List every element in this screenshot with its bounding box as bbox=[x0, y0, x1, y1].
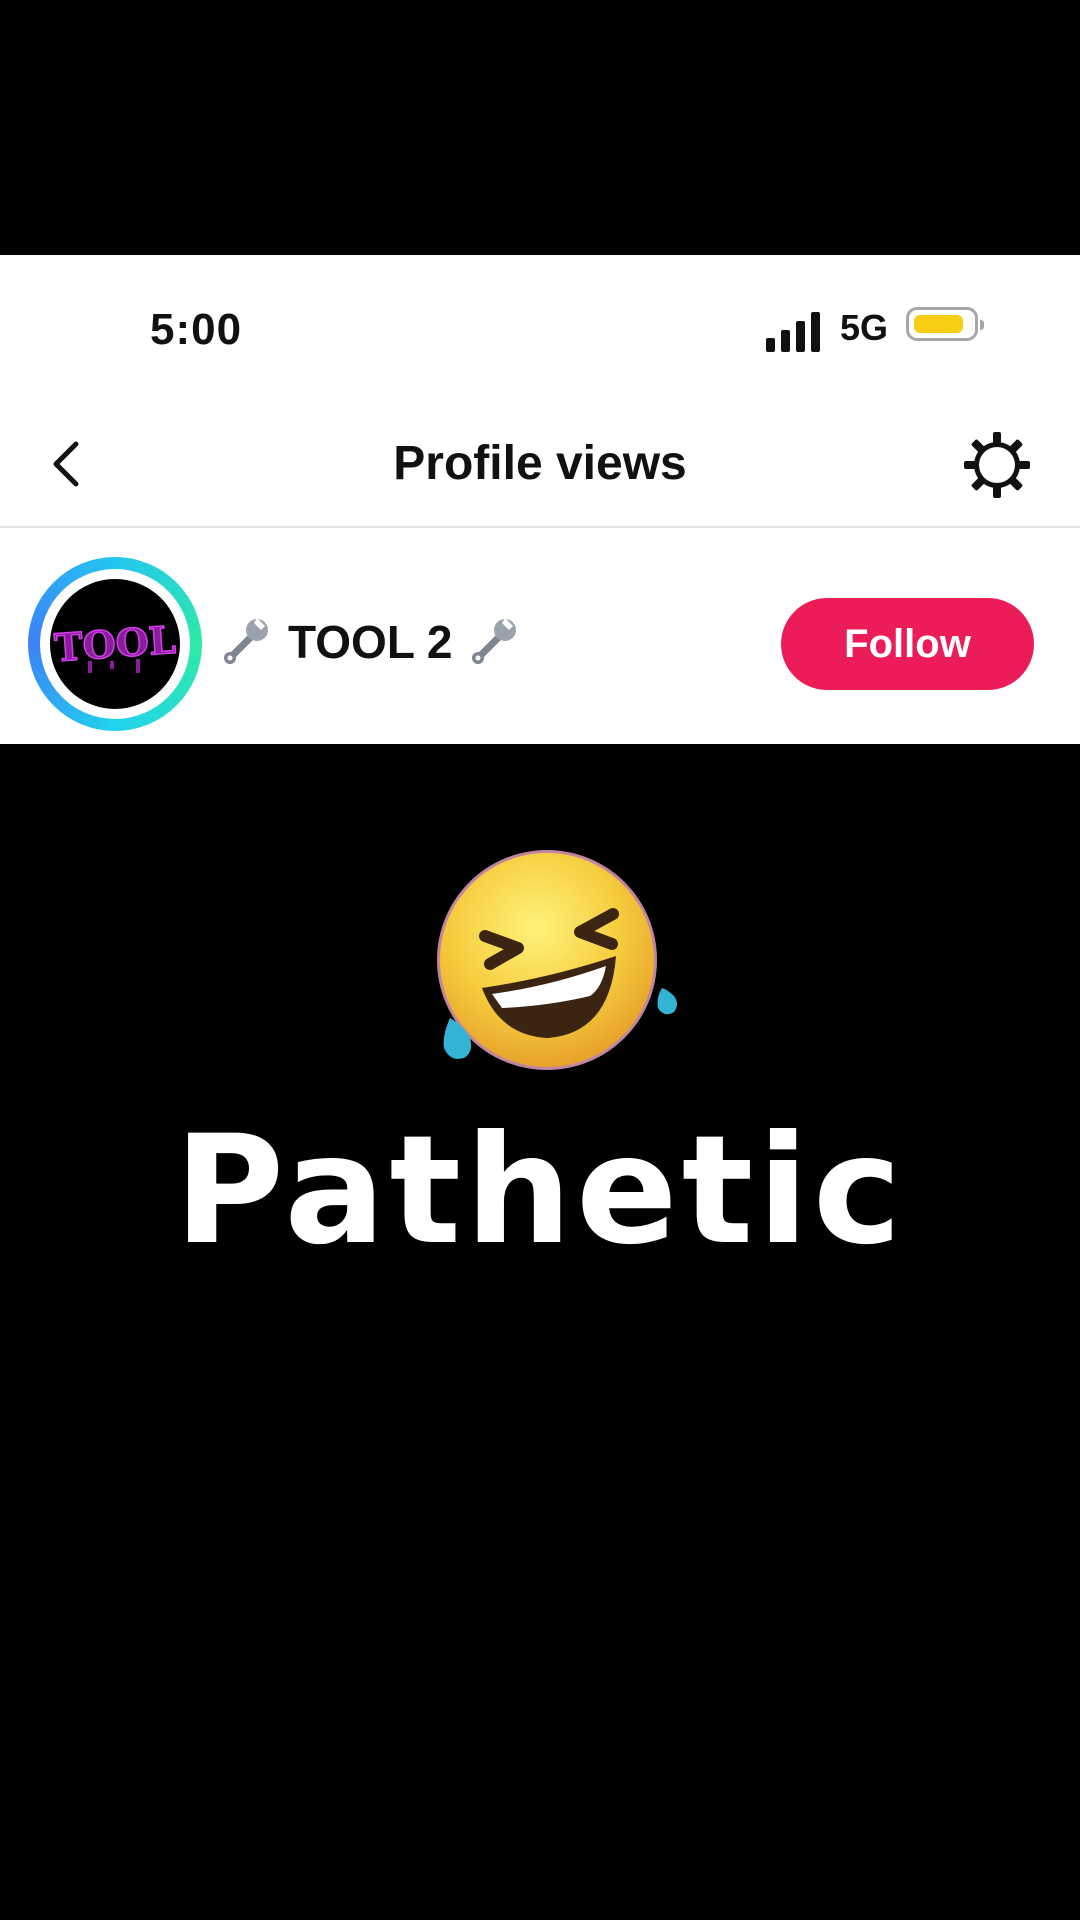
top-black-bar bbox=[0, 0, 1080, 255]
wrench-icon bbox=[218, 614, 274, 670]
video-caption: Pathetic bbox=[174, 1104, 906, 1278]
laughing-emoji-icon bbox=[430, 848, 690, 1088]
status-time: 5:00 bbox=[150, 305, 243, 354]
follow-button[interactable]: Follow bbox=[781, 598, 1034, 690]
avatar-logo: TOOL bbox=[50, 579, 180, 709]
wrench-icon bbox=[466, 614, 522, 670]
signal-icon bbox=[766, 312, 822, 352]
network-label: 5G bbox=[840, 307, 889, 348]
avatar[interactable]: TOOL bbox=[28, 557, 202, 731]
status-bar: 5:00 5G bbox=[0, 255, 1080, 400]
battery-icon bbox=[906, 307, 984, 341]
profile-row: TOOL TOOL 2 Follow bbox=[0, 528, 1080, 744]
page-header: Profile views bbox=[0, 400, 1080, 528]
gear-icon[interactable] bbox=[962, 430, 1032, 500]
video-content: Pathetic bbox=[0, 744, 1080, 1920]
page-title: Profile views bbox=[393, 437, 687, 490]
username-text: TOOL 2 bbox=[288, 616, 453, 668]
profile-username[interactable]: TOOL 2 bbox=[218, 614, 522, 670]
svg-text:TOOL: TOOL bbox=[53, 617, 177, 670]
